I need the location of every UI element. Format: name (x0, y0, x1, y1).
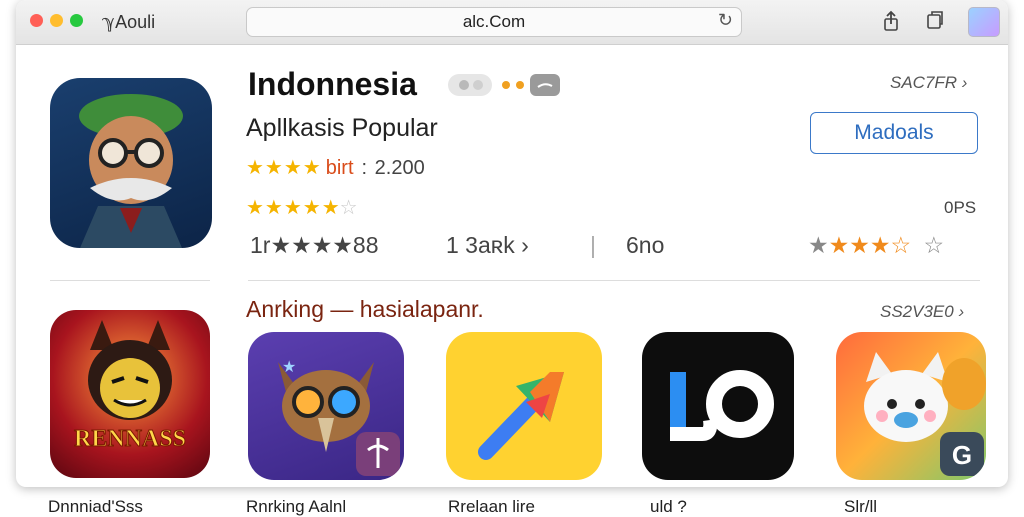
empty-star-icon: ☆ (339, 197, 358, 219)
stat-divider: | (590, 232, 596, 258)
title-bar: ℽAouli alc.Com ↻ (16, 0, 1008, 45)
secondary-rating: ★★★★★☆ (246, 195, 358, 220)
share-icon[interactable] (880, 10, 902, 32)
tabs-icon[interactable] (924, 10, 946, 32)
rating-summary: ★★★★ birt: 2.200 (246, 155, 425, 180)
tile-label[interactable]: uld ? (650, 497, 687, 517)
tile-label[interactable]: Slr/ll (844, 497, 877, 517)
animal-game-icon[interactable]: G (836, 332, 986, 480)
stat-age: 6no (626, 232, 665, 258)
section-see-all-link[interactable]: SS2V3E0 › (880, 302, 964, 322)
favorite-star-icon[interactable]: ☆ (924, 232, 945, 258)
star-rating-icon: ★★★★ (246, 197, 322, 219)
svg-text:★: ★ (282, 359, 296, 376)
user-rating: ★★★★☆ ☆ (808, 232, 944, 259)
half-star-icon: ★ (321, 197, 340, 219)
tile-label[interactable]: Rrelaan lire (448, 497, 535, 517)
villain-game-icon[interactable]: RENNASS (50, 310, 210, 478)
close-window-button[interactable] (30, 14, 43, 27)
app-title: ℽAouli (102, 12, 156, 32)
stat-ratings: 1r★★★★88 (250, 232, 379, 258)
minimize-window-button[interactable] (50, 14, 63, 27)
animal-icon-text: G (952, 440, 972, 470)
extension-icon[interactable] (968, 7, 1000, 37)
app-name: Indonnesia (248, 66, 417, 102)
rating-separator: : (361, 157, 368, 179)
star-icon: ★ (808, 232, 829, 258)
stat-rank: 1 3aʀk › (446, 232, 529, 258)
page-dots-icon (448, 74, 560, 96)
browser-window: ℽAouli alc.Com ↻ Indonnesia Apllkasis Po… (16, 0, 1008, 487)
rating-count: 2.200 (374, 157, 425, 179)
star-rating-icon: ★★★ (828, 232, 891, 258)
reload-icon[interactable]: ↻ (718, 10, 733, 31)
size-label: 0PS (944, 198, 977, 217)
tile-label[interactable]: Dnnniad'Sss (48, 497, 143, 517)
divider (50, 280, 210, 281)
arrow-app-icon[interactable] (446, 332, 602, 480)
star-rating-icon: ★★★★ (246, 157, 322, 179)
lo-app-icon[interactable] (642, 332, 794, 480)
get-button[interactable]: Madoals (810, 112, 978, 154)
villain-icon-text: RENNASS (74, 426, 186, 452)
address-bar[interactable]: alc.Com ↻ (246, 7, 742, 37)
address-text[interactable]: alc.Com (247, 12, 741, 32)
see-all-link[interactable]: SAC7FR › (890, 73, 967, 93)
tile-label[interactable]: Rnrking Aalnl (246, 497, 346, 517)
app-subtitle: Apllkasis Popular (246, 114, 438, 142)
divider (248, 280, 980, 281)
featured-app-icon[interactable] (50, 78, 212, 248)
section-title: Anrking — hasialapanr. (246, 296, 484, 322)
rating-label: birt (325, 157, 354, 179)
owl-game-icon[interactable]: ★ (248, 332, 404, 480)
half-star-icon: ☆ (890, 232, 912, 258)
maximize-window-button[interactable] (70, 14, 83, 27)
